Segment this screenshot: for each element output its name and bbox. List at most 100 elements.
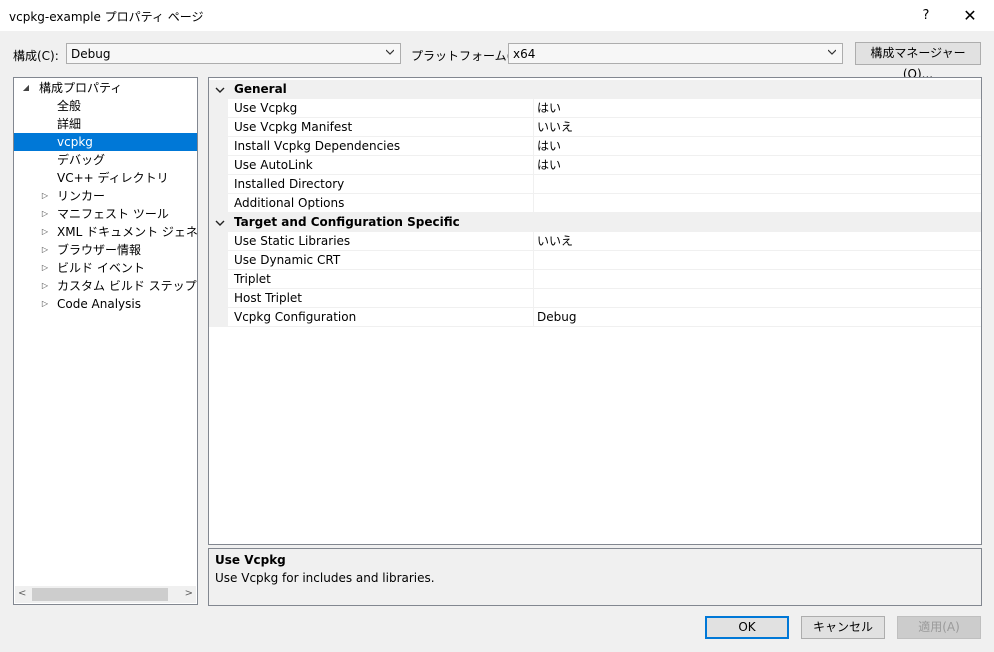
property-name: Use Dynamic CRT [234, 253, 341, 267]
tree-item-label: デバッグ [57, 153, 106, 167]
property-name: Use Vcpkg Manifest [234, 120, 353, 134]
row-gutter [209, 118, 228, 137]
property-tree: ◢ 構成プロパティ 全般 詳細 vcpkg デバッグ VC++ ディレクトリ ▷… [13, 77, 198, 605]
column-separator [533, 232, 534, 251]
chevron-down-icon[interactable] [215, 218, 225, 228]
property-row[interactable]: Use Vcpkg Manifest いいえ [209, 118, 981, 137]
property-value[interactable]: はい [537, 137, 561, 156]
tree-item-custom-build-step[interactable]: ▷ カスタム ビルド ステップ [14, 277, 197, 295]
scroll-right-icon[interactable]: > [185, 588, 193, 599]
triangle-right-icon[interactable]: ▷ [40, 277, 50, 295]
tree-item-vcpkg[interactable]: vcpkg [14, 133, 197, 151]
tree-item-label: XML ドキュメント ジェネレーター [57, 225, 198, 239]
property-name: Use Static Libraries [234, 234, 351, 248]
tree-item-general[interactable]: 全般 [14, 97, 197, 115]
row-gutter [209, 175, 228, 194]
row-gutter [209, 194, 228, 213]
tree-item-debugging[interactable]: デバッグ [14, 151, 197, 169]
cancel-button[interactable]: キャンセル [801, 616, 885, 639]
row-gutter [209, 308, 228, 327]
property-value[interactable]: いいえ [537, 232, 573, 251]
tree-horizontal-scrollbar[interactable]: < > [15, 586, 196, 603]
row-gutter [209, 251, 228, 270]
property-name: Install Vcpkg Dependencies [234, 139, 401, 153]
tree-item-advanced[interactable]: 詳細 [14, 115, 197, 133]
triangle-right-icon[interactable]: ▷ [40, 187, 50, 205]
apply-button[interactable]: 適用(A) [897, 616, 981, 639]
tree-item-label: ブラウザー情報 [57, 243, 142, 257]
description-body: Use Vcpkg for includes and libraries. [215, 571, 435, 585]
property-row[interactable]: Triplet [209, 270, 981, 289]
triangle-down-icon[interactable]: ◢ [21, 79, 31, 97]
tree-item-linker[interactable]: ▷ リンカー [14, 187, 197, 205]
tree-item-xml-document-generator[interactable]: ▷ XML ドキュメント ジェネレーター [14, 223, 197, 241]
property-row[interactable]: Installed Directory [209, 175, 981, 194]
tree-item-label: 詳細 [57, 117, 82, 131]
close-button[interactable]: ✕ [952, 0, 988, 31]
tree-item-label: リンカー [57, 189, 106, 203]
title-bar: vcpkg-example プロパティ ページ ? ✕ [0, 0, 994, 31]
row-gutter [209, 137, 228, 156]
triangle-right-icon[interactable]: ▷ [40, 295, 50, 313]
tree-item-manifest-tool[interactable]: ▷ マニフェスト ツール [14, 205, 197, 223]
row-gutter [209, 289, 228, 308]
column-separator [533, 118, 534, 137]
help-button[interactable]: ? [912, 0, 940, 31]
property-row[interactable]: Additional Options [209, 194, 981, 213]
column-separator [533, 194, 534, 213]
property-row[interactable]: Install Vcpkg Dependencies はい [209, 137, 981, 156]
window-title: vcpkg-example プロパティ ページ [9, 10, 204, 24]
tree-item-vc-directories[interactable]: VC++ ディレクトリ [14, 169, 197, 187]
category-name: General [234, 82, 287, 96]
column-separator [533, 99, 534, 118]
category-target-configuration[interactable]: Target and Configuration Specific [209, 213, 981, 232]
tree-item-browse-information[interactable]: ▷ ブラウザー情報 [14, 241, 197, 259]
column-separator [533, 270, 534, 289]
triangle-right-icon[interactable]: ▷ [40, 223, 50, 241]
column-separator [533, 156, 534, 175]
tree-item-label: 全般 [57, 99, 82, 113]
scroll-left-icon[interactable]: < [18, 588, 26, 599]
property-grid: General Use Vcpkg はい Use Vcpkg Manifest … [208, 77, 982, 545]
platform-dropdown[interactable]: x64 [508, 43, 843, 64]
property-name: Additional Options [234, 196, 345, 210]
chevron-down-icon[interactable] [215, 85, 225, 95]
configuration-label: 構成(C): [13, 49, 59, 63]
property-name: Use Vcpkg [234, 101, 298, 115]
property-name: Use AutoLink [234, 158, 313, 172]
configuration-dropdown[interactable]: Debug [66, 43, 401, 64]
row-divider [228, 326, 981, 327]
configuration-value: Debug [71, 47, 111, 61]
category-general[interactable]: General [209, 80, 981, 99]
chevron-down-icon [828, 49, 836, 55]
property-row[interactable]: Host Triplet [209, 289, 981, 308]
property-row[interactable]: Use Static Libraries いいえ [209, 232, 981, 251]
triangle-right-icon[interactable]: ▷ [40, 241, 50, 259]
scrollbar-thumb[interactable] [32, 588, 168, 601]
property-name: Installed Directory [234, 177, 345, 191]
tree-item-label: カスタム ビルド ステップ [57, 279, 197, 293]
column-separator [533, 175, 534, 194]
property-value[interactable]: Debug [537, 308, 576, 327]
property-value[interactable]: いいえ [537, 118, 573, 137]
property-row[interactable]: Use Dynamic CRT [209, 251, 981, 270]
property-row[interactable]: Use Vcpkg はい [209, 99, 981, 118]
triangle-right-icon[interactable]: ▷ [40, 259, 50, 277]
tree-item-code-analysis[interactable]: ▷ Code Analysis [14, 295, 197, 313]
triangle-right-icon[interactable]: ▷ [40, 205, 50, 223]
platform-value: x64 [513, 47, 536, 61]
property-row[interactable]: Vcpkg Configuration Debug [209, 308, 981, 327]
property-value[interactable]: はい [537, 156, 561, 175]
column-separator [533, 308, 534, 327]
ok-button[interactable]: OK [705, 616, 789, 639]
configuration-manager-button[interactable]: 構成マネージャー(O)... [855, 42, 981, 81]
row-gutter [209, 156, 228, 175]
tree-item-label: VC++ ディレクトリ [57, 171, 169, 185]
property-name: Triplet [234, 272, 271, 286]
chevron-down-icon [386, 49, 394, 55]
property-value[interactable]: はい [537, 99, 561, 118]
tree-item-configuration-properties[interactable]: ◢ 構成プロパティ [14, 79, 197, 97]
property-row[interactable]: Use AutoLink はい [209, 156, 981, 175]
tree-item-label: マニフェスト ツール [57, 207, 169, 221]
tree-item-build-events[interactable]: ▷ ビルド イベント [14, 259, 197, 277]
